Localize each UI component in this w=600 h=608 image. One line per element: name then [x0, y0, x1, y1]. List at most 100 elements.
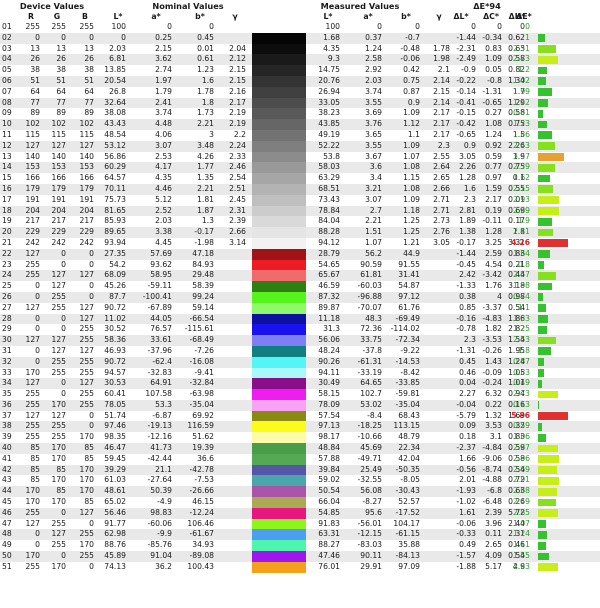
cell-dc: 0.92	[485, 140, 502, 150]
cell-id: 17	[2, 194, 12, 204]
cell-id: 50	[2, 551, 12, 561]
cell-nb: 0.61	[197, 54, 214, 64]
color-swatch	[252, 270, 306, 282]
cell-ma: -96.88	[357, 291, 382, 301]
cell-de: 1.62	[513, 173, 530, 183]
delta-e-bar	[538, 163, 555, 172]
color-swatch	[252, 173, 306, 184]
color-swatch	[252, 453, 306, 465]
table-row: 41 85 170 85 59.45 -42.44 36.6 57.88 -49.71 42.04…	[0, 453, 600, 465]
cell-mg	[424, 475, 450, 486]
nominal-values-heading: Nominal Values	[152, 1, 224, 11]
cell-de: 1.64	[513, 248, 530, 258]
cell-ml: 58.15	[318, 389, 340, 399]
color-swatch	[252, 281, 306, 292]
cell-g: 170	[51, 453, 67, 463]
color-swatch	[252, 302, 306, 314]
cell-b: 127	[79, 507, 95, 517]
cell-id: 28	[2, 313, 12, 323]
cell-nb: 46.15	[192, 497, 214, 507]
cell-mg	[424, 562, 450, 573]
cell-de: 2.53	[513, 335, 530, 345]
cell-g: 89	[56, 108, 66, 118]
cell-ma: -8.4	[367, 410, 382, 420]
cell-mg	[424, 22, 450, 33]
delta-e-bar	[538, 369, 544, 377]
cell-nl: 32.64	[104, 97, 126, 107]
table-row: 22 127 0 0 27.35 57.69 47.18 28.79 56.2 44.9 -1.44…	[0, 248, 600, 260]
cell-ng	[220, 411, 246, 422]
cell-r: 170	[25, 497, 41, 507]
delta-e-bar	[538, 174, 550, 183]
color-swatch	[252, 227, 306, 238]
cell-mb: -0.06	[400, 54, 420, 64]
table-row: 16 179 179 179 70.11 4.46 2.21 2.51 68.51 3.21 1.0…	[0, 183, 600, 195]
cell-dl: -0.56	[456, 464, 476, 474]
cell-dl: 3.05	[459, 151, 476, 161]
cell-dl: 2.81	[459, 205, 476, 215]
cell-de: 1.55	[513, 551, 530, 561]
cell-b: 0	[89, 291, 94, 301]
cell-ng: 2.31	[229, 205, 246, 215]
color-swatch	[252, 205, 306, 217]
delta-e-bar	[538, 217, 552, 226]
cell-na: 98.83	[150, 507, 172, 517]
cell-na: 3.38	[155, 227, 172, 237]
cell-b: 255	[79, 22, 95, 31]
cell-r: 170	[25, 551, 41, 561]
cell-de: 1.9	[517, 216, 530, 226]
cell-de: 0.59	[513, 421, 530, 431]
cell-nl: 74.13	[104, 561, 126, 571]
cell-dl: -0.78	[456, 324, 476, 334]
cell-de: 2.57	[513, 270, 530, 280]
cell-mb: -35.04	[395, 399, 420, 409]
cell-mg	[424, 454, 450, 465]
cell-de: 0.74	[513, 291, 530, 301]
cell-ng: 2.24	[229, 140, 246, 150]
cell-mg: 1.78	[433, 43, 450, 53]
cell-ma: 3.69	[365, 108, 382, 118]
cell-r: 255	[25, 421, 41, 431]
cell-de: 1.07	[513, 518, 530, 528]
cell-nb: -42.78	[189, 464, 214, 474]
cell-dc: 0	[497, 22, 502, 31]
delta-e-bar	[538, 34, 545, 43]
table-row: 44 170 85 170 48.61 50.39 -26.66 50.54 56.08 -30.…	[0, 486, 600, 498]
cell-ng: 3.14	[229, 237, 246, 247]
cell-ml: 11.18	[318, 313, 340, 323]
cell-nl: 46.47	[104, 443, 126, 453]
cell-dc: 2.39	[485, 507, 502, 517]
color-swatch	[252, 54, 306, 66]
cell-ng	[220, 389, 246, 400]
cell-b: 255	[79, 399, 95, 409]
cell-r: 140	[25, 151, 41, 161]
cell-dc: 5.17	[485, 561, 502, 571]
color-swatch	[252, 551, 306, 562]
cell-ml: 94.12	[318, 237, 340, 247]
cell-nl: 56.46	[104, 507, 126, 517]
color-swatch	[252, 313, 306, 325]
cell-ma: 95.6	[365, 507, 382, 517]
color-swatch	[252, 399, 306, 411]
cell-g: 255	[51, 432, 67, 442]
cell-de: 5.86	[511, 410, 530, 420]
cell-dc: 0.83	[485, 43, 502, 53]
table-row: 06 51 51 51 20.54 1.97 1.6 2.15 20.76 2.03 0.75 2.1…	[0, 75, 600, 87]
cell-nb: 84.93	[192, 259, 214, 269]
delta-e-bar	[538, 66, 547, 75]
cell-na: 76.57	[150, 324, 172, 334]
cell-ma: 3.6	[369, 162, 382, 172]
cell-ng	[220, 335, 246, 346]
cell-ng	[220, 432, 246, 443]
cell-de: 1.06	[513, 432, 530, 442]
cell-ma: -33.19	[357, 367, 382, 377]
cell-ml: 94.11	[318, 367, 340, 377]
cell-ng: 2.19	[229, 108, 246, 118]
cell-na: -6.87	[152, 410, 172, 420]
cell-mb: 1.15	[403, 173, 420, 183]
cell-nb: 36.6	[197, 453, 214, 463]
cell-nl: 30.52	[104, 324, 126, 334]
cell-b: 255	[79, 324, 95, 334]
cell-id: 30	[2, 335, 12, 345]
cell-dc: 6.32	[485, 389, 502, 399]
